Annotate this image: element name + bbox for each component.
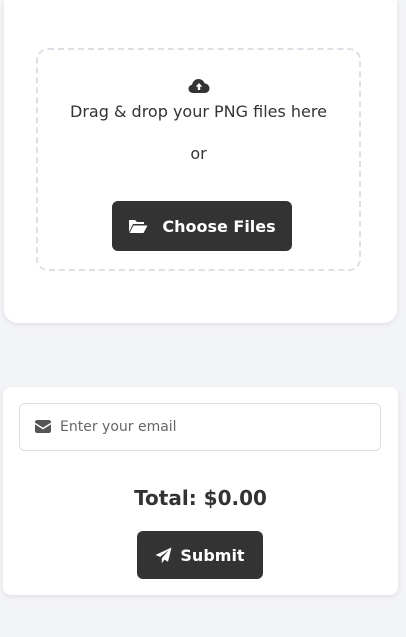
envelope-icon [35, 420, 51, 433]
email-field-wrapper[interactable] [19, 403, 381, 451]
drop-instructions: Drag & drop your PNG files here [70, 102, 327, 121]
upload-card: Drag & drop your PNG files here or Choos… [4, 0, 397, 323]
submit-label: Submit [180, 545, 245, 565]
cloud-upload-icon [188, 79, 210, 93]
file-dropzone[interactable]: Drag & drop your PNG files here or Choos… [36, 48, 361, 271]
submit-button[interactable]: Submit [137, 531, 263, 579]
email-input[interactable] [60, 404, 370, 450]
or-separator: or [190, 144, 207, 163]
paper-plane-icon [155, 547, 172, 563]
order-card: Total: $0.00 Submit [3, 387, 398, 595]
choose-files-label: Choose Files [162, 216, 276, 236]
choose-files-button[interactable]: Choose Files [112, 201, 292, 251]
folder-open-icon [129, 220, 148, 233]
order-total: Total: $0.00 [134, 486, 267, 510]
